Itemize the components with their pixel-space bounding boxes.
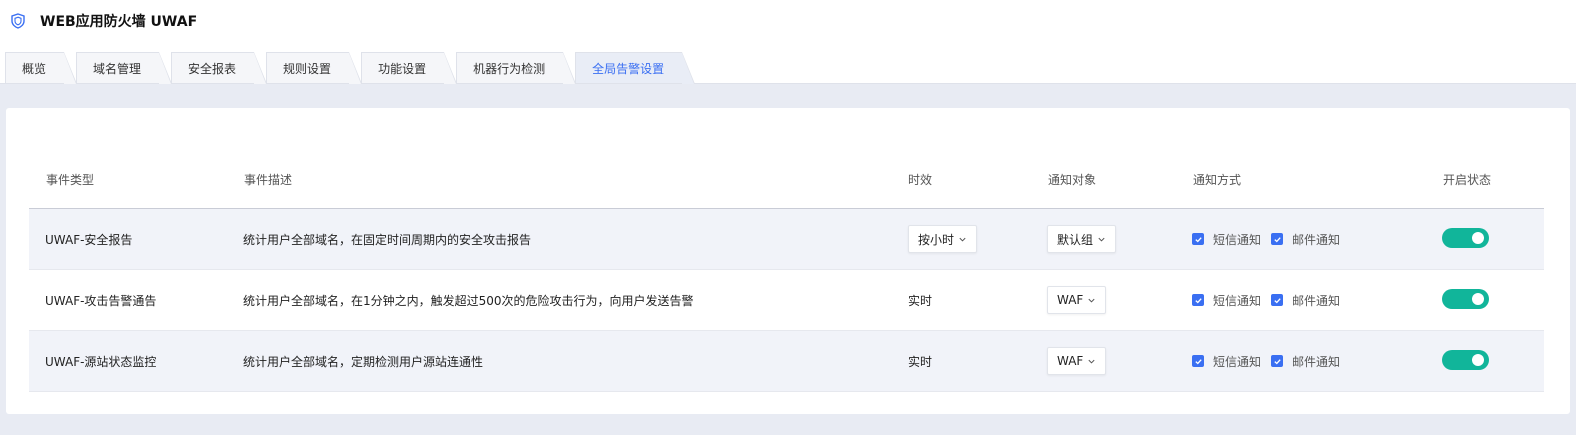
shield-icon — [11, 13, 25, 29]
top-bar: WEB应用防火墙 UWAF 概览 域名管理 安全报表 规则设置 功能设置 机器行… — [0, 0, 1576, 84]
checkbox-checked-icon — [1271, 355, 1284, 367]
notify-method-cell: 短信通知 邮件通知 — [1176, 353, 1426, 370]
toggle-knob — [1472, 292, 1484, 305]
event-type: UWAF-攻击告警通告 — [45, 293, 157, 308]
chevron-down-icon — [959, 237, 966, 242]
notify-target-cell: WAF — [1031, 347, 1176, 375]
tab-rule-settings[interactable]: 规则设置 — [266, 52, 363, 84]
tab-security-reports[interactable]: 安全报表 — [171, 52, 268, 84]
event-description: 统计用户全部域名，在1分钟之内，触发超过500次的危险攻击行为，向用户发送告警 — [243, 293, 694, 308]
checkbox-checked-icon — [1192, 355, 1204, 367]
timeliness-value: 实时 — [908, 293, 933, 308]
timeliness-cell: 按小时 — [892, 225, 1031, 253]
tab-label: 概览 — [22, 62, 47, 76]
tab-bar: 概览 域名管理 安全报表 规则设置 功能设置 机器行为检测 全局告警设置 — [5, 52, 696, 84]
sms-label: 短信通知 — [1213, 354, 1262, 369]
notify-target-value: 默认组 — [1057, 232, 1094, 247]
alert-settings-table: 事件类型 事件描述 时效 通知对象 通知方式 开启状态 UWAF-安全报告 统计… — [29, 151, 1544, 392]
notify-target-select[interactable]: WAF — [1047, 286, 1107, 314]
header-event-type: 事件类型 — [46, 173, 95, 187]
sms-checkbox[interactable]: 短信通知 — [1192, 353, 1261, 370]
event-description: 统计用户全部域名，定期检测用户源站连通性 — [243, 354, 484, 369]
table-row: UWAF-源站状态监控 统计用户全部域名，定期检测用户源站连通性 实时 WAF … — [29, 331, 1544, 392]
sms-checkbox[interactable]: 短信通知 — [1192, 231, 1261, 248]
tab-feature-settings[interactable]: 功能设置 — [361, 52, 458, 84]
sms-checkbox[interactable]: 短信通知 — [1192, 292, 1261, 309]
notify-method-cell: 短信通知 邮件通知 — [1176, 231, 1426, 248]
email-checkbox[interactable]: 邮件通知 — [1271, 292, 1340, 309]
enabled-toggle[interactable] — [1442, 349, 1489, 370]
email-checkbox[interactable]: 邮件通知 — [1271, 353, 1340, 370]
tab-label: 域名管理 — [93, 62, 142, 76]
chevron-down-icon — [1098, 237, 1105, 242]
chevron-down-icon — [1088, 359, 1095, 364]
notify-target-value: WAF — [1057, 293, 1084, 307]
notify-target-select[interactable]: WAF — [1047, 347, 1107, 375]
tabs-divider — [0, 83, 1576, 84]
header-timeliness: 时效 — [908, 173, 933, 187]
tab-overview[interactable]: 概览 — [5, 52, 78, 84]
table-row: UWAF-攻击告警通告 统计用户全部域名，在1分钟之内，触发超过500次的危险攻… — [29, 270, 1544, 331]
notify-target-cell: 默认组 — [1031, 225, 1176, 253]
tab-domain-management[interactable]: 域名管理 — [76, 52, 173, 84]
table-row: UWAF-安全报告 统计用户全部域名，在固定时间周期内的安全攻击报告 按小时 默… — [29, 209, 1544, 270]
timeliness-value: 按小时 — [918, 232, 955, 247]
header-event-description: 事件描述 — [244, 173, 293, 187]
event-type: UWAF-源站状态监控 — [45, 354, 157, 369]
header-notify-target: 通知对象 — [1048, 173, 1097, 187]
tab-global-alert-settings[interactable]: 全局告警设置 — [575, 52, 696, 84]
email-label: 邮件通知 — [1292, 293, 1341, 308]
tab-label: 全局告警设置 — [592, 62, 665, 76]
event-description: 统计用户全部域名，在固定时间周期内的安全攻击报告 — [243, 232, 532, 247]
alert-settings-card: 事件类型 事件描述 时效 通知对象 通知方式 开启状态 UWAF-安全报告 统计… — [6, 108, 1570, 414]
tab-label: 规则设置 — [283, 62, 332, 76]
email-label: 邮件通知 — [1292, 232, 1341, 247]
checkbox-checked-icon — [1271, 233, 1284, 245]
checkbox-checked-icon — [1192, 294, 1204, 306]
tab-label: 功能设置 — [378, 62, 427, 76]
tab-label: 安全报表 — [188, 62, 237, 76]
email-label: 邮件通知 — [1292, 354, 1341, 369]
enabled-toggle[interactable] — [1442, 288, 1489, 309]
tab-label: 机器行为检测 — [473, 62, 546, 76]
tab-bot-detection[interactable]: 机器行为检测 — [456, 52, 577, 84]
enabled-cell — [1426, 349, 1544, 373]
notify-method-cell: 短信通知 邮件通知 — [1176, 292, 1426, 309]
header-notify-method: 通知方式 — [1193, 173, 1242, 187]
notify-target-select[interactable]: 默认组 — [1047, 225, 1117, 253]
enabled-cell — [1426, 227, 1544, 251]
sms-label: 短信通知 — [1213, 293, 1262, 308]
sms-label: 短信通知 — [1213, 232, 1262, 247]
header-enabled-status: 开启状态 — [1443, 173, 1492, 187]
notify-target-value: WAF — [1057, 354, 1084, 368]
toggle-knob — [1472, 353, 1484, 366]
app-title-text: WEB应用防火墙 UWAF — [40, 14, 198, 30]
notify-target-cell: WAF — [1031, 286, 1176, 314]
timeliness-select[interactable]: 按小时 — [908, 225, 978, 253]
chevron-down-icon — [1088, 298, 1095, 303]
checkbox-checked-icon — [1271, 294, 1284, 306]
table-header: 事件类型 事件描述 时效 通知对象 通知方式 开启状态 — [29, 151, 1544, 209]
timeliness-value: 实时 — [908, 354, 933, 369]
event-type: UWAF-安全报告 — [45, 232, 133, 247]
app-title: WEB应用防火墙 UWAF — [10, 11, 197, 31]
email-checkbox[interactable]: 邮件通知 — [1271, 231, 1340, 248]
enabled-toggle[interactable] — [1442, 227, 1489, 248]
enabled-cell — [1426, 288, 1544, 312]
toggle-knob — [1472, 231, 1484, 244]
checkbox-checked-icon — [1192, 233, 1204, 245]
